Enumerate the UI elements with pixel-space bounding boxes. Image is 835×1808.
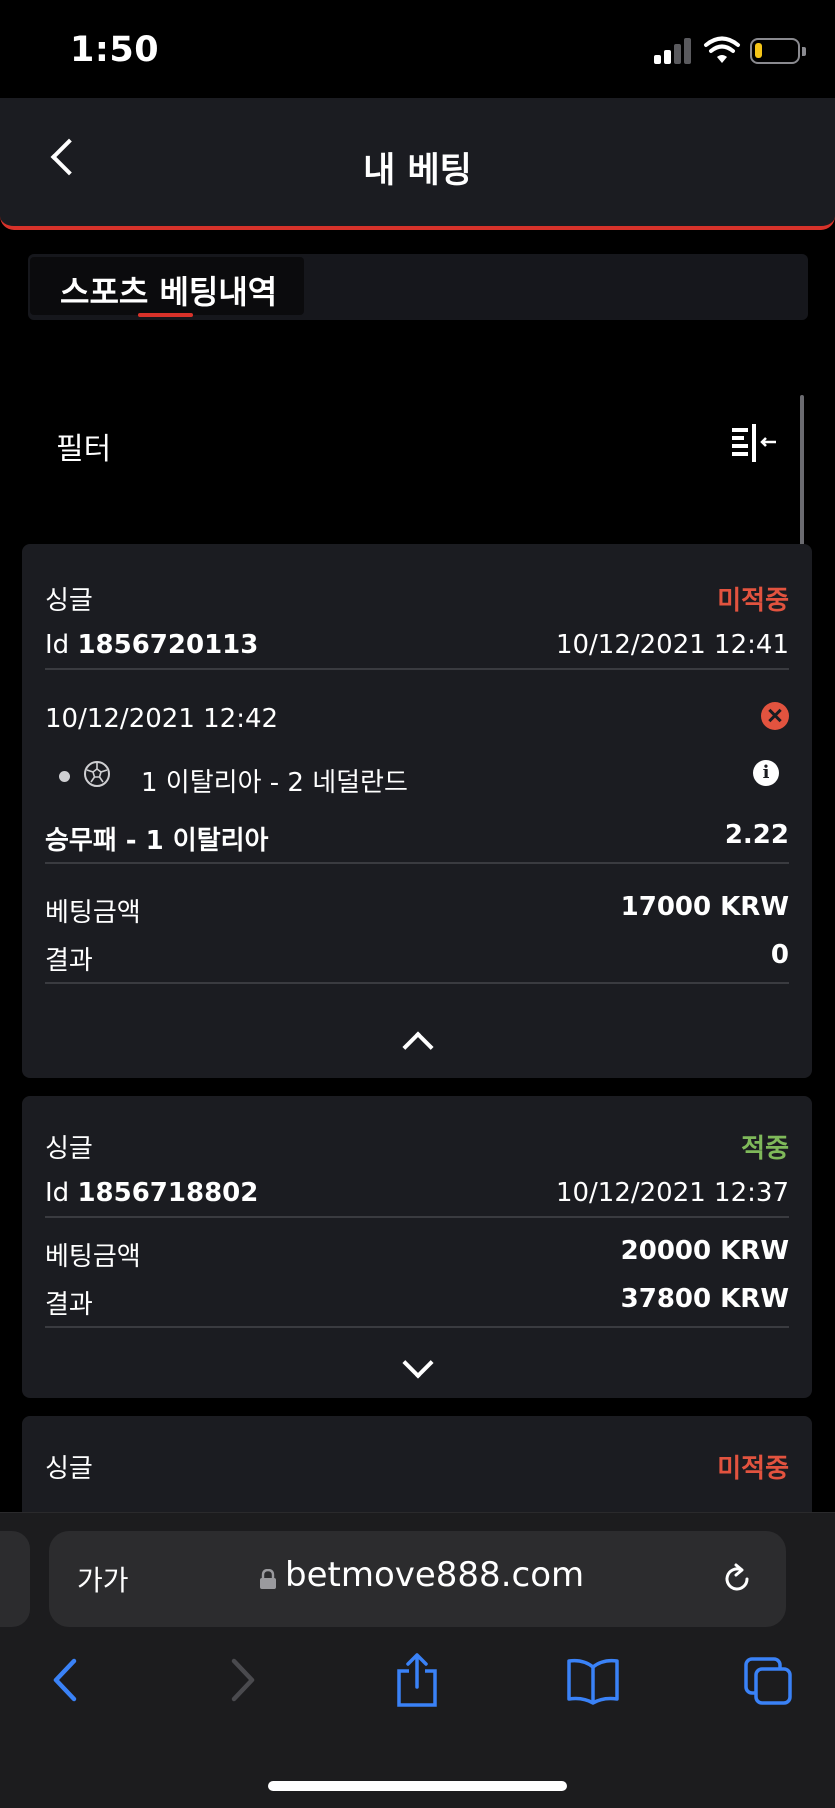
status-bar: 1:50 bbox=[0, 0, 835, 98]
bet-type: 싱글 bbox=[45, 1134, 93, 1164]
share-icon[interactable] bbox=[392, 1653, 442, 1707]
divider bbox=[45, 1326, 789, 1328]
browser-toolbar: 가가 betmove888.com bbox=[0, 1512, 835, 1808]
browser-back-icon[interactable] bbox=[40, 1653, 90, 1707]
tab-strip: 스포츠 베팅내역 bbox=[28, 254, 808, 320]
wifi-icon bbox=[704, 36, 740, 63]
close-circle-icon[interactable] bbox=[761, 702, 789, 730]
tab-active-indicator bbox=[138, 313, 193, 317]
page-title: 내 베팅 bbox=[363, 151, 472, 191]
url-text: betmove888.com bbox=[285, 1555, 585, 1595]
result-value: 0 bbox=[770, 940, 789, 970]
stake-value: 17000 KRW bbox=[620, 892, 789, 922]
cellular-signal-icon bbox=[654, 38, 692, 64]
bet-status-badge: 미적중 bbox=[717, 1454, 789, 1484]
selection-odds: 2.22 bbox=[724, 820, 789, 850]
reload-icon[interactable] bbox=[719, 1561, 755, 1597]
status-time: 1:50 bbox=[70, 30, 160, 70]
selection-match: 1 이탈리아 - 2 네덜란드 bbox=[141, 768, 408, 798]
filter-row[interactable]: 필터 bbox=[22, 400, 812, 490]
stake-value: 20000 KRW bbox=[620, 1236, 789, 1266]
bookmarks-icon[interactable] bbox=[565, 1653, 621, 1707]
bet-type: 싱글 bbox=[45, 586, 93, 616]
soccer-ball-icon bbox=[84, 761, 110, 787]
battery-icon bbox=[750, 38, 806, 64]
collapse-chevron-up-icon[interactable] bbox=[401, 1024, 433, 1056]
bullet-icon bbox=[59, 771, 70, 782]
filter-label: 필터 bbox=[56, 432, 112, 467]
divider bbox=[45, 862, 789, 864]
expand-chevron-down-icon[interactable] bbox=[401, 1352, 433, 1384]
tabs-icon[interactable] bbox=[742, 1653, 794, 1707]
previous-tab-preview[interactable] bbox=[0, 1531, 30, 1627]
bet-card-collapsed: 싱글 적중 Id 1856718802 10/12/2021 12:37 베팅금… bbox=[22, 1096, 812, 1398]
tab-sports-bet-history[interactable]: 스포츠 베팅내역 bbox=[30, 257, 304, 317]
bet-list: 싱글 미적중 Id 1856720113 10/12/2021 12:41 10… bbox=[0, 540, 835, 1512]
bet-datetime: 10/12/2021 12:37 bbox=[555, 1178, 789, 1208]
text-size-button[interactable]: 가가 bbox=[77, 1559, 129, 1599]
bet-status-badge: 적중 bbox=[741, 1134, 789, 1164]
bet-id: 1856720113 bbox=[77, 630, 259, 660]
stake-label: 베팅금액 bbox=[45, 1242, 141, 1272]
bet-card-partial: 싱글 미적중 bbox=[22, 1416, 812, 1512]
tab-label: 스포츠 베팅내역 bbox=[60, 273, 278, 311]
bet-status-badge: 미적중 bbox=[717, 586, 789, 616]
selection-datetime: 10/12/2021 12:42 bbox=[45, 704, 279, 734]
lock-icon bbox=[260, 1569, 276, 1589]
home-indicator[interactable] bbox=[268, 1781, 567, 1791]
divider bbox=[45, 982, 789, 984]
bet-datetime: 10/12/2021 12:41 bbox=[555, 630, 789, 660]
filter-collapse-icon[interactable] bbox=[730, 424, 780, 464]
bet-id-prefix: Id bbox=[45, 1178, 70, 1208]
bet-id-prefix: Id bbox=[45, 630, 70, 660]
screen: 1:50 내 베팅 스포츠 베팅내역 필터 싱글 미적중 Id 18567201… bbox=[0, 0, 835, 1808]
browser-forward-icon[interactable] bbox=[218, 1653, 268, 1707]
address-bar[interactable]: 가가 betmove888.com bbox=[49, 1531, 786, 1627]
bet-type: 싱글 bbox=[45, 1454, 93, 1484]
bet-id: 1856718802 bbox=[77, 1178, 259, 1208]
result-label: 결과 bbox=[45, 946, 93, 976]
stake-label: 베팅금액 bbox=[45, 898, 141, 928]
info-icon[interactable]: i bbox=[753, 760, 779, 786]
divider bbox=[45, 1216, 789, 1218]
bet-card-expanded: 싱글 미적중 Id 1856720113 10/12/2021 12:41 10… bbox=[22, 544, 812, 1078]
divider bbox=[45, 668, 789, 670]
result-value: 37800 KRW bbox=[620, 1284, 789, 1314]
selection-market: 승무패 - 1 이탈리아 bbox=[45, 826, 269, 856]
app-header: 내 베팅 bbox=[0, 98, 835, 230]
result-label: 결과 bbox=[45, 1290, 93, 1320]
